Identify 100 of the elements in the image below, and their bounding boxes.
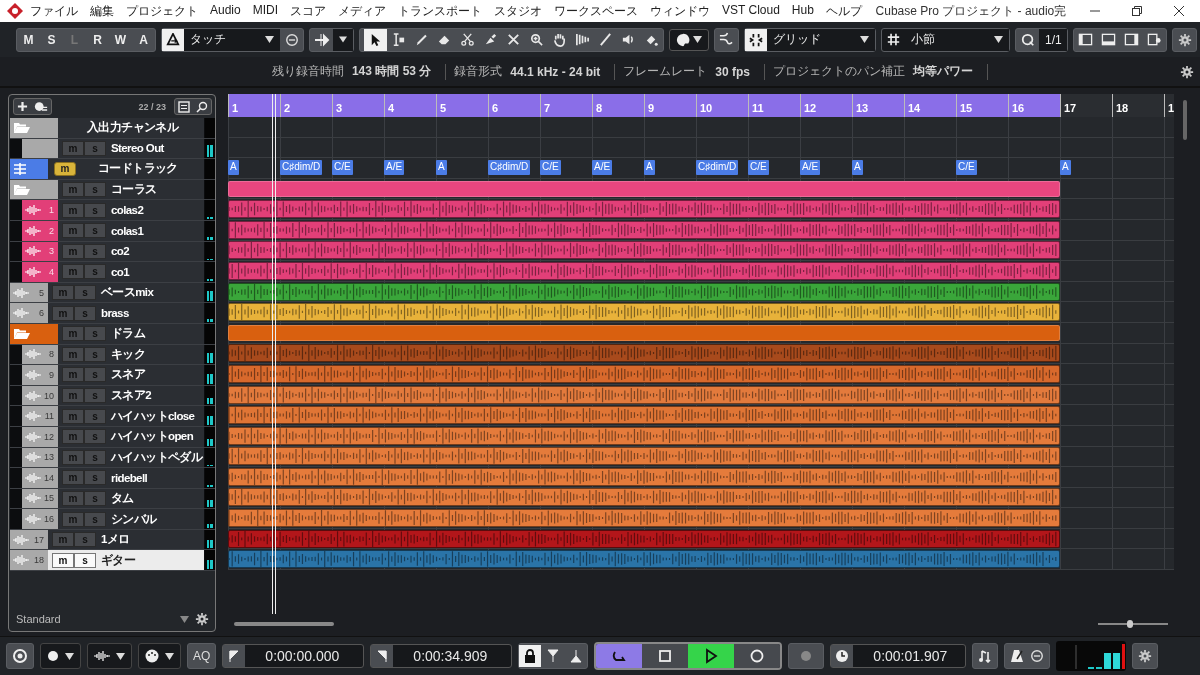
snap-toggle[interactable] [714,27,739,52]
audio-event[interactable] [228,282,1060,301]
solo-button[interactable]: s [84,346,106,362]
color-dropdown[interactable] [669,28,709,51]
audio-record-dropdown[interactable] [87,643,132,669]
chord-event[interactable]: A/E [384,160,405,176]
metronome-icon[interactable] [1010,649,1025,663]
chord-event[interactable]: C/E [540,160,561,176]
play-button[interactable] [688,644,735,668]
automation-button[interactable]: A [132,28,155,51]
position-display[interactable]: 0:00:01.907 [830,644,967,668]
solo-button[interactable]: s [84,388,106,403]
quantize-field[interactable]: 1/1 [1039,28,1067,51]
solo-button[interactable]: s [84,223,106,239]
tool-button[interactable] [364,28,387,51]
chord-event[interactable]: A [852,160,863,176]
solo-button[interactable]: s [84,449,106,465]
solo-button[interactable]: s [74,305,96,321]
stop-button[interactable] [642,644,689,668]
solo-button[interactable]: s [84,264,106,280]
midi-record-dropdown[interactable] [138,643,181,669]
menu-item[interactable]: 編集 [84,2,120,20]
solo-button[interactable]: s [84,140,106,156]
scroll-thumb[interactable] [1183,100,1187,140]
settings-icon[interactable] [195,612,209,626]
audio-event[interactable] [228,200,1060,219]
solo-button[interactable]: s [84,491,106,506]
automation-button[interactable]: S [40,28,63,51]
menu-item[interactable]: ヘルプ [819,2,868,20]
chord-event[interactable]: A [644,160,655,176]
mode-dropdown[interactable] [333,28,353,51]
menu-item[interactable]: MIDI [246,2,285,20]
scroll-thumb[interactable] [234,622,334,626]
settings-icon[interactable] [1138,649,1153,663]
automation-mode-dropdown[interactable]: タッチ [184,28,280,51]
audio-event[interactable] [228,303,1060,322]
solo-button[interactable]: s [84,470,106,486]
caret-icon[interactable] [180,615,189,623]
chord-event[interactable]: A [228,160,239,176]
right-locator-field[interactable]: 0:00:34.909 [370,644,513,668]
solo-button[interactable]: s [74,552,96,568]
project-cursor[interactable] [272,94,276,614]
monitor-button[interactable] [788,643,825,669]
menu-item[interactable]: トランスポート [392,2,489,20]
menu-item[interactable]: Audio [204,2,247,20]
solo-button[interactable]: s [84,182,106,198]
chord-event[interactable]: C/E [956,160,977,176]
audio-event[interactable] [228,406,1060,425]
chord-event[interactable]: A/E [592,160,613,176]
record-mode-dropdown[interactable] [40,643,81,669]
audio-event[interactable] [228,261,1060,280]
chord-event[interactable]: C♯dim/D [488,160,531,176]
chord-event[interactable]: A [436,160,447,176]
menu-item[interactable]: ウィンドウ [644,2,717,20]
mute-button[interactable]: m [54,162,76,176]
menu-item[interactable]: ワークスペース [548,2,645,20]
audio-event[interactable] [228,509,1060,528]
track-row[interactable]: 入出力チャンネル [10,118,215,139]
settings-icon[interactable] [1180,65,1194,79]
audio-event[interactable] [228,488,1060,507]
menu-item[interactable]: スタジオ [488,2,549,20]
chord-event[interactable]: C/E [748,160,769,176]
aq-button[interactable]: AQ [187,643,217,669]
chord-event[interactable]: C/E [332,160,353,176]
track-row[interactable]: m コードトラック [10,159,215,180]
solo-button[interactable]: s [84,326,106,342]
menu-item[interactable]: ファイル [24,2,84,20]
sync-button[interactable] [6,643,34,669]
solo-button[interactable]: s [84,367,106,383]
solo-button[interactable]: s [74,532,96,548]
solo-button[interactable]: s [84,511,106,527]
solo-button[interactable]: s [84,202,106,218]
audio-event[interactable] [228,220,1060,239]
solo-button[interactable]: s [84,243,106,259]
menu-item[interactable]: VST Cloud [716,2,786,20]
chord-event[interactable]: A/E [800,160,821,176]
chord-event[interactable]: C♯dim/D [696,160,739,176]
audio-event[interactable] [228,467,1060,486]
lock-button[interactable] [519,645,542,667]
menu-item[interactable]: スコア [284,2,333,20]
chord-event[interactable]: C♯dim/D [280,160,323,176]
audio-event[interactable] [228,426,1060,445]
solo-button[interactable]: s [84,429,106,445]
track-row[interactable]: 18 m s ギター [10,550,215,572]
solo-button[interactable]: s [84,408,106,424]
audio-event[interactable] [228,385,1060,404]
record-button[interactable] [734,644,781,668]
view-button[interactable] [174,98,212,115]
automation-button[interactable]: W [109,28,132,51]
add-track-button[interactable] [13,98,52,115]
audio-event[interactable] [228,364,1060,383]
folder-event[interactable] [228,324,1060,341]
solo-button[interactable]: s [74,285,96,301]
folder-event[interactable] [228,180,1060,197]
menu-item[interactable]: プロジェクト [120,2,204,20]
settings-icon[interactable] [1177,32,1192,47]
automation-button[interactable]: R [86,28,109,51]
menu-item[interactable]: Hub [785,2,820,20]
audio-event[interactable] [228,241,1060,260]
e-icon[interactable] [1030,649,1045,663]
